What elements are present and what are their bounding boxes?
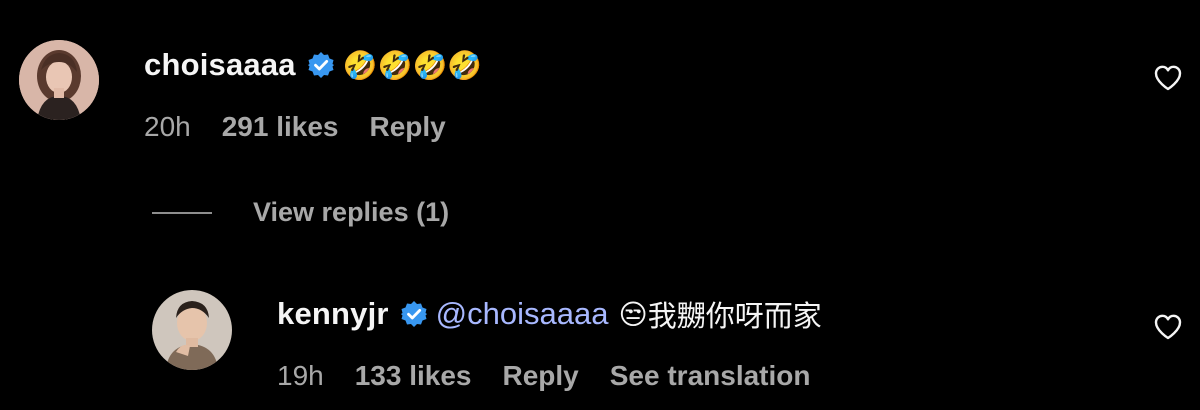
- comment-header: choisaaaa 🤣🤣🤣🤣: [144, 45, 482, 85]
- comment-time[interactable]: 19h: [277, 360, 324, 392]
- mention-link[interactable]: @choisaaaa: [436, 296, 609, 332]
- avatar-photo-woman: [19, 40, 99, 120]
- comment-header: kennyjr @choisaaaa 😒 我嬲你呀而家: [277, 294, 822, 334]
- likes-count[interactable]: 133 likes: [355, 360, 472, 392]
- view-replies-button[interactable]: View replies (1): [152, 197, 449, 228]
- comment-meta: 19h 133 likes Reply See translation: [277, 360, 841, 392]
- comment-meta: 20h 291 likes Reply: [144, 111, 477, 143]
- comment-time[interactable]: 20h: [144, 111, 191, 143]
- comment-kennyjr: kennyjr @choisaaaa 😒 我嬲你呀而家 19h 133 like…: [0, 270, 1200, 410]
- avatar-photo-man: [152, 290, 232, 370]
- verified-badge-icon: [307, 51, 335, 79]
- view-replies-divider: [152, 211, 212, 214]
- reply-button[interactable]: Reply: [370, 111, 446, 143]
- see-translation-button[interactable]: See translation: [610, 360, 811, 392]
- reply-button[interactable]: Reply: [503, 360, 579, 392]
- comment-emoji: 😒: [618, 297, 648, 331]
- heart-outline-icon[interactable]: [1153, 312, 1183, 342]
- username[interactable]: kennyjr: [277, 296, 389, 332]
- heart-outline-icon[interactable]: [1153, 63, 1183, 93]
- comment-emoji: 🤣🤣🤣🤣: [342, 48, 483, 82]
- verified-badge-icon: [400, 300, 428, 328]
- avatar-choisaaaa[interactable]: [19, 40, 99, 120]
- username[interactable]: choisaaaa: [144, 47, 296, 83]
- view-replies-label[interactable]: View replies (1): [253, 197, 449, 228]
- avatar-kennyjr[interactable]: [152, 290, 232, 370]
- comment-text: 我嬲你呀而家: [647, 299, 822, 333]
- likes-count[interactable]: 291 likes: [222, 111, 339, 143]
- comment-choisaaaa: choisaaaa 🤣🤣🤣🤣 20h 291 likes Reply: [0, 0, 1200, 180]
